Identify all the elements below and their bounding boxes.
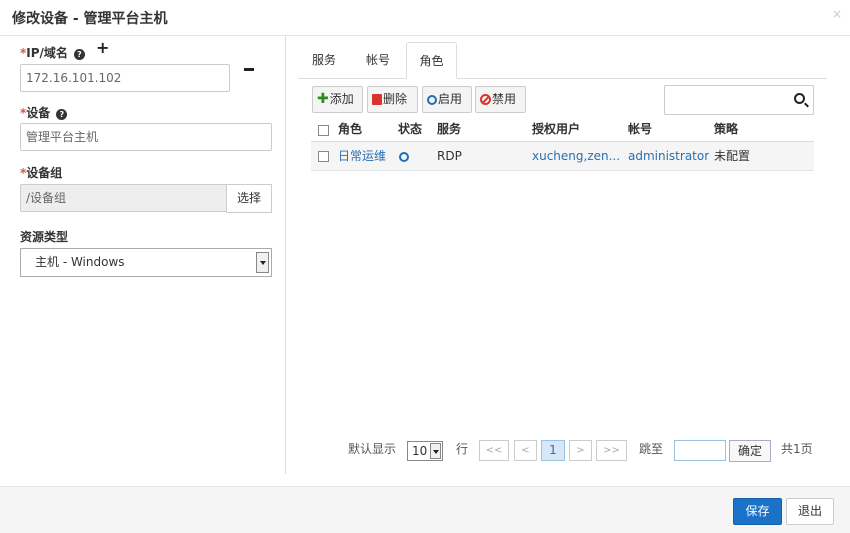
page-size-select[interactable]: 10 xyxy=(407,441,443,461)
next-page-button[interactable]: > xyxy=(569,440,592,461)
plus-icon: ✚ xyxy=(317,91,329,107)
account-link[interactable]: administrator xyxy=(628,142,709,171)
last-page-button[interactable]: >> xyxy=(596,440,627,461)
dialog-footer: 保存 退出 xyxy=(0,486,850,533)
role-name-link[interactable]: 日常运维 xyxy=(338,142,386,171)
header-policy[interactable]: 策略 xyxy=(714,117,738,142)
dialog-title: 修改设备 - 管理平台主机 xyxy=(12,11,168,27)
delete-button[interactable]: 删除 xyxy=(367,86,418,113)
status-cell xyxy=(399,142,409,171)
search-icon[interactable] xyxy=(794,93,805,104)
close-icon[interactable]: × xyxy=(832,7,842,21)
header-account[interactable]: 帐号 xyxy=(628,117,652,142)
enable-button[interactable]: 启用 xyxy=(422,86,472,113)
status-enabled-icon xyxy=(399,151,409,162)
tab-bar: 服务 帐号 角色 xyxy=(298,42,827,79)
device-form: *IP/域名? + 172.16.101.102 *设备? 管理平台主机 *设备… xyxy=(0,36,286,474)
tab-role[interactable]: 角色 xyxy=(406,42,457,79)
prev-page-button[interactable]: < xyxy=(514,440,537,461)
disable-button[interactable]: 禁用 xyxy=(475,86,526,113)
total-pages: 共1页 xyxy=(781,442,813,456)
header-service[interactable]: 服务 xyxy=(437,117,461,142)
first-page-button[interactable]: << xyxy=(479,440,509,461)
save-button[interactable]: 保存 xyxy=(733,498,782,525)
current-page-button[interactable]: 1 xyxy=(541,440,565,461)
ban-icon xyxy=(480,94,491,105)
group-label: *设备组 xyxy=(20,166,63,180)
add-button[interactable]: ✚添加 xyxy=(312,86,363,113)
ip-label: *IP/域名? xyxy=(20,44,85,61)
tab-service[interactable]: 服务 xyxy=(298,42,350,79)
role-table: 角色 状态 服务 授权用户 帐号 策略 日常运维 RDP xucheng,zen… xyxy=(311,117,814,171)
dialog-header: 修改设备 - 管理平台主机 × xyxy=(0,0,850,36)
table-row[interactable]: 日常运维 RDP xucheng,zen... administrator 未配… xyxy=(311,142,814,171)
policy-cell: 未配置 xyxy=(714,149,751,163)
rows-label: 行 xyxy=(456,442,469,456)
help-icon[interactable]: ? xyxy=(73,49,85,60)
header-status[interactable]: 状态 xyxy=(398,117,422,142)
row-checkbox[interactable] xyxy=(318,151,329,162)
device-group-input: /设备组 xyxy=(20,184,227,212)
show-label: 默认显示 xyxy=(348,442,397,456)
tab-account[interactable]: 帐号 xyxy=(352,42,404,79)
ip-input[interactable]: 172.16.101.102 xyxy=(20,64,230,92)
search-input[interactable] xyxy=(664,85,814,115)
chevron-down-icon[interactable] xyxy=(430,443,441,459)
select-group-button[interactable]: 选择 xyxy=(226,184,272,213)
remove-ip-icon[interactable] xyxy=(244,68,254,71)
exit-button[interactable]: 退出 xyxy=(786,498,834,525)
resource-type-select[interactable]: 主机 - Windows xyxy=(20,248,272,277)
device-name-input[interactable]: 管理平台主机 xyxy=(20,123,272,151)
users-link[interactable]: xucheng,zen... xyxy=(532,142,620,171)
device-label: *设备? xyxy=(20,104,68,121)
service-cell: RDP xyxy=(437,149,462,163)
table-header: 角色 状态 服务 授权用户 帐号 策略 xyxy=(311,117,814,142)
confirm-jump-button[interactable]: 确定 xyxy=(729,440,771,462)
header-role[interactable]: 角色 xyxy=(338,117,362,142)
help-icon[interactable]: ? xyxy=(56,109,68,120)
chevron-down-icon[interactable] xyxy=(256,252,269,273)
jump-page-input[interactable] xyxy=(674,440,726,461)
trash-icon xyxy=(372,94,382,105)
add-ip-icon[interactable]: + xyxy=(96,40,109,56)
select-all-checkbox[interactable] xyxy=(318,125,329,136)
jump-label: 跳至 xyxy=(639,442,664,456)
circle-icon xyxy=(427,94,437,105)
resource-type-label: 资源类型 xyxy=(20,230,69,244)
header-users[interactable]: 授权用户 xyxy=(532,117,580,142)
edit-device-dialog: 修改设备 - 管理平台主机 × *IP/域名? + 172.16.101.102… xyxy=(0,0,850,533)
